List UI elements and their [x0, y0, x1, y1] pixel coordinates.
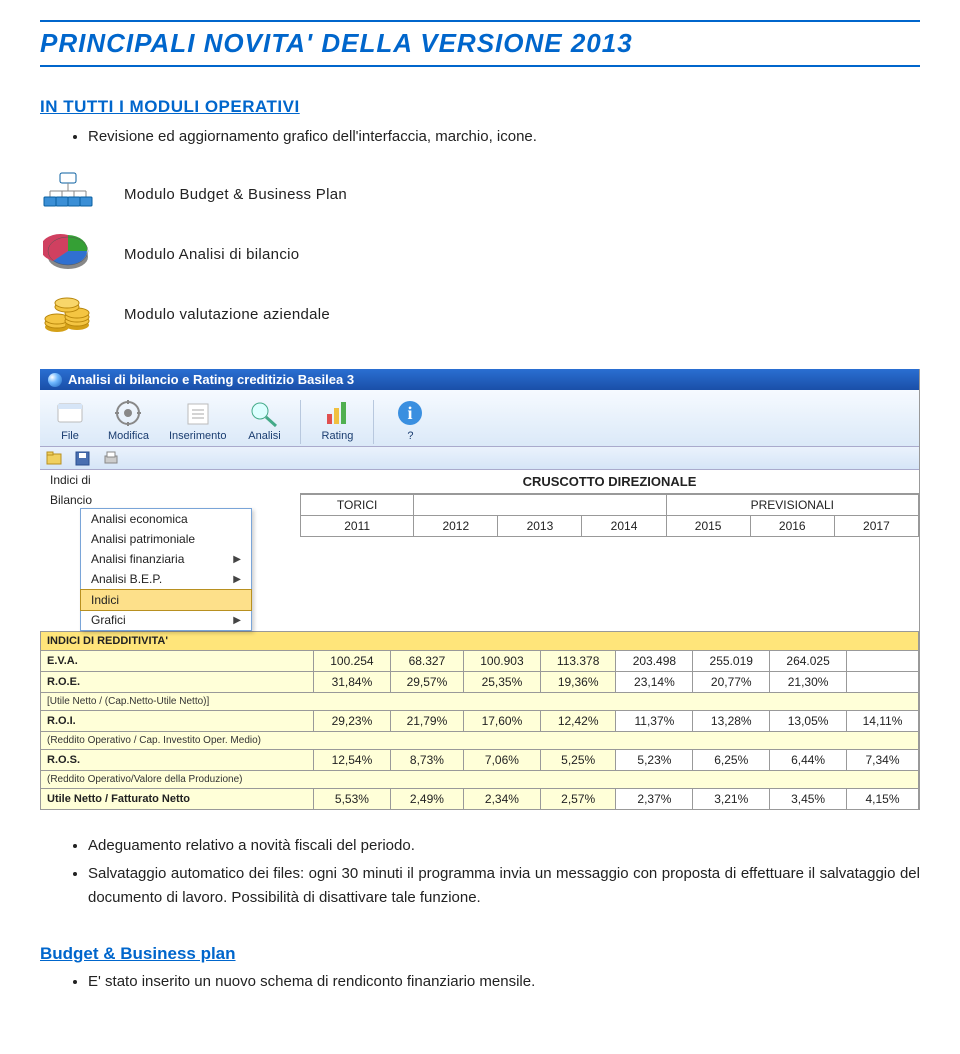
cruscotto-title: CRUSCOTTO DIREZIONALE: [300, 470, 919, 494]
toolbar-rating-button[interactable]: Rating: [313, 396, 361, 444]
toolbar-file-button[interactable]: File: [46, 396, 94, 444]
module-budget-label: Modulo Budget & Business Plan: [124, 186, 347, 203]
year-2017: 2017: [834, 516, 918, 537]
row-label-utile-fatturato: Utile Netto / Fatturato Netto: [41, 789, 314, 810]
dd-item-analisi-bep[interactable]: Analisi B.E.P.▶: [81, 569, 251, 589]
intro-section-title: IN TUTTI I MODULI OPERATIVI: [40, 97, 920, 117]
year-2011: 2011: [301, 516, 414, 537]
app-icon: [48, 373, 62, 387]
module-valutazione-label: Modulo valutazione aziendale: [124, 306, 330, 323]
indici-di-label: Indici di: [50, 473, 91, 487]
dd-item-analisi-finanziaria[interactable]: Analisi finanziaria▶: [81, 549, 251, 569]
toolbar-analisi-button[interactable]: Analisi: [240, 396, 288, 444]
year-2012: 2012: [414, 516, 498, 537]
toolbar-help-label: ?: [407, 430, 413, 442]
toolbar-modifica-button[interactable]: Modifica: [102, 396, 155, 444]
app-title: Analisi di bilancio e Rating creditizio …: [68, 372, 354, 387]
post-bullet-2: Salvataggio automatico dei files: ogni 3…: [88, 862, 920, 910]
app-screenshot: Analisi di bilancio e Rating creditizio …: [40, 369, 920, 810]
row-label-roe: R.O.E.: [41, 672, 314, 693]
post-bullet-1: Adeguamento relativo a novità fiscali de…: [88, 834, 920, 858]
toolbar-file-label: File: [61, 430, 79, 442]
year-2013: 2013: [498, 516, 582, 537]
budget-section-title: Budget & Business plan: [40, 944, 920, 964]
year-2016: 2016: [750, 516, 834, 537]
bilancio-label: Bilancio: [50, 493, 92, 507]
piechart-icon: [40, 229, 96, 279]
coins-icon: [40, 289, 96, 339]
print-icon[interactable]: [102, 450, 120, 466]
toolbar-analisi-label: Analisi: [248, 430, 280, 442]
row-sub-roe: [Utile Netto / (Cap.Netto-Utile Netto)]: [41, 693, 919, 711]
header-storici: TORICI: [301, 495, 414, 516]
orgchart-icon: [40, 169, 96, 219]
row-sub-ros: (Reddito Operativo/Valore della Produzio…: [41, 771, 919, 789]
row-sub-roi: (Reddito Operativo / Cap. Investito Oper…: [41, 732, 919, 750]
year-2015: 2015: [666, 516, 750, 537]
toolbar-inserimento-label: Inserimento: [169, 430, 226, 442]
page-title: PRINCIPALI NOVITA' DELLA VERSIONE 2013: [40, 20, 920, 67]
header-previsionali: PREVISIONALI: [666, 495, 918, 516]
module-analisi-label: Modulo Analisi di bilancio: [124, 246, 299, 263]
dd-item-grafici[interactable]: Grafici▶: [81, 610, 251, 630]
analisi-dropdown: Analisi economica Analisi patrimoniale A…: [80, 508, 252, 631]
sub-toolbar: [40, 447, 919, 470]
table-row: R.O.E. 31,84% 29,57% 25,35% 19,36% 23,14…: [41, 672, 919, 693]
dd-item-analisi-patrimoniale[interactable]: Analisi patrimoniale: [81, 529, 251, 549]
table-row: R.O.I. 29,23% 21,79% 17,60% 12,42% 11,37…: [41, 711, 919, 732]
year-2014: 2014: [582, 516, 666, 537]
row-label-roi: R.O.I.: [41, 711, 314, 732]
toolbar-help-button[interactable]: i ?: [386, 396, 434, 444]
open-icon[interactable]: [46, 450, 64, 466]
app-titlebar: Analisi di bilancio e Rating creditizio …: [40, 369, 919, 390]
toolbar-rating-label: Rating: [322, 430, 354, 442]
toolbar-modifica-label: Modifica: [108, 430, 149, 442]
toolbar-inserimento-button[interactable]: Inserimento: [163, 396, 232, 444]
row-label-ros: R.O.S.: [41, 750, 314, 771]
save-icon[interactable]: [74, 450, 92, 466]
budget-bullet: E' stato inserito un nuovo schema di ren…: [88, 970, 920, 994]
years-header-table: TORICI PREVISIONALI 2011 2012 2013 2014 …: [300, 494, 919, 537]
indici-table: INDICI DI REDDITIVITA' E.V.A. 100.254 68…: [40, 631, 919, 810]
table-row: E.V.A. 100.254 68.327 100.903 113.378 20…: [41, 651, 919, 672]
dd-item-indici[interactable]: Indici: [80, 589, 252, 611]
intro-bullet: Revisione ed aggiornamento grafico dell'…: [88, 125, 920, 149]
main-toolbar: File Modifica Inserimento Analisi Rating…: [40, 390, 919, 447]
dd-item-analisi-economica[interactable]: Analisi economica: [81, 509, 251, 529]
row-label-eva: E.V.A.: [41, 651, 314, 672]
svg-text:i: i: [408, 403, 413, 423]
section-header-redditivita: INDICI DI REDDITIVITA': [41, 632, 919, 651]
table-row: R.O.S. 12,54% 8,73% 7,06% 5,25% 5,23% 6,…: [41, 750, 919, 771]
table-row: Utile Netto / Fatturato Netto 5,53% 2,49…: [41, 789, 919, 810]
